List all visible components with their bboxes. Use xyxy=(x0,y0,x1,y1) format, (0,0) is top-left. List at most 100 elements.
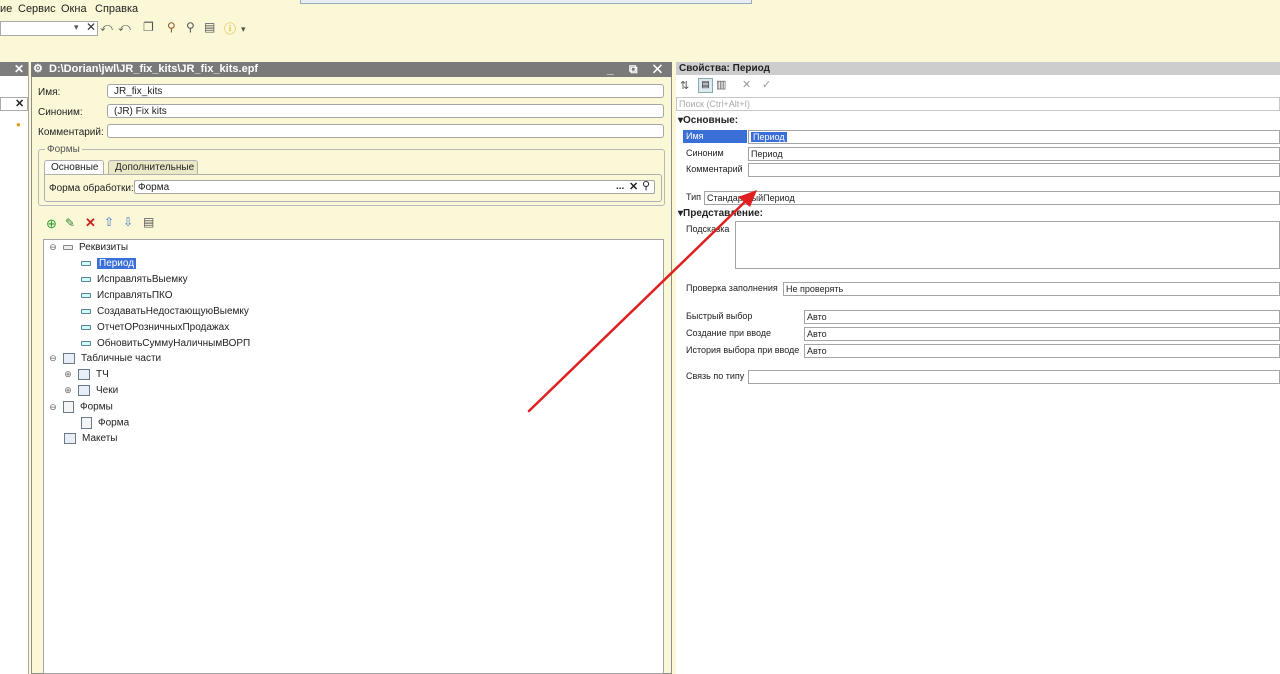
toolbar-combo[interactable] xyxy=(0,21,98,36)
section-main[interactable]: ▾Основные: xyxy=(678,115,738,126)
tree-node-requisite[interactable]: ИсправлятьПКО xyxy=(81,290,173,301)
prop-create-on-input-field[interactable]: Авто xyxy=(804,327,1280,341)
prop-fill-check-label: Проверка заполнения xyxy=(686,283,778,293)
prop-quick-choice-field[interactable]: Авто xyxy=(804,310,1280,324)
tree-node-requisite[interactable]: ОбновитьСуммуНаличнымВОРП xyxy=(81,338,250,349)
windows-icon[interactable]: ❐ xyxy=(143,20,154,34)
prop-choice-history-label: История выбора при вводе xyxy=(686,345,800,355)
tree-node-requisite[interactable]: ОтчетОРозничныхПродажах xyxy=(81,322,229,333)
tree-label: Форма xyxy=(98,417,130,429)
prop-create-on-input-label: Создание при вводе xyxy=(686,328,772,338)
menu-item-windows[interactable]: Окна xyxy=(61,3,87,15)
menu-bar: ие Сервис Окна Справка xyxy=(0,0,1280,18)
prop-link-by-type-label: Связь по типу xyxy=(686,371,745,381)
synonym-label: Синоним: xyxy=(38,107,83,118)
tree-label: Табличные части xyxy=(81,353,162,365)
dropdown-arrow-icon[interactable]: ▾ xyxy=(74,22,79,33)
window-controls[interactable]: _ ⧉ ✕ xyxy=(607,62,668,77)
add-icon[interactable]: ⊕ xyxy=(46,216,57,232)
requisite-icon xyxy=(81,340,91,346)
prop-hint-field[interactable] xyxy=(735,221,1280,269)
bullet-icon: ● xyxy=(16,120,21,129)
expand-icon[interactable]: ⊕ xyxy=(64,385,72,396)
comment-field[interactable] xyxy=(107,124,664,138)
prop-quick-choice-label: Быстрый выбор xyxy=(686,311,753,321)
tree-node-requisites[interactable]: ⊖ Реквизиты xyxy=(49,242,128,253)
requisite-icon xyxy=(81,260,91,266)
select-button[interactable]: ... xyxy=(616,181,624,192)
requisite-icon xyxy=(81,324,91,330)
prop-name-field[interactable]: Период xyxy=(748,130,1280,144)
collapse-icon[interactable]: ⊖ xyxy=(49,402,57,413)
menu-item-partial[interactable]: ие xyxy=(0,3,12,15)
back-icon[interactable]: ⤺ xyxy=(100,20,113,35)
clear-icon[interactable]: ✕ xyxy=(629,180,638,193)
apply-icon[interactable]: ✓ xyxy=(762,78,771,91)
filter-icon[interactable]: ▥ xyxy=(716,78,726,91)
move-up-icon[interactable]: ⇧ xyxy=(104,215,114,229)
left-panel xyxy=(0,62,29,674)
document-icon[interactable]: ▤ xyxy=(204,20,215,34)
move-down-icon[interactable]: ⇩ xyxy=(123,215,133,229)
name-label: Имя: xyxy=(38,87,61,98)
cancel-icon[interactable]: ✕ xyxy=(742,78,751,91)
collapse-icon[interactable]: ⊖ xyxy=(49,242,57,253)
forward-icon[interactable]: ⤺ xyxy=(118,20,131,35)
tree-node-layouts[interactable]: Макеты xyxy=(64,433,118,444)
collapse-icon[interactable]: ⊖ xyxy=(49,353,57,364)
tree-node-requisite[interactable]: ИсправлятьВыемку xyxy=(81,274,188,285)
delete-icon[interactable]: ✕ xyxy=(85,215,96,231)
tree-node-requisite[interactable]: СоздаватьНедостающуюВыемку xyxy=(81,306,249,317)
prop-synonym-field[interactable]: Период xyxy=(748,147,1280,161)
tree-node-tabular[interactable]: ⊕ ТЧ xyxy=(64,369,109,380)
tree-label: СоздаватьНедостающуюВыемку xyxy=(97,306,249,317)
window-title: D:\Dorian\jwl\JR_fix_kits\JR_fix_kits.ep… xyxy=(49,63,259,75)
info-icon[interactable]: ⓘ xyxy=(224,20,236,37)
properties-search-input[interactable]: Поиск (Ctrl+Alt+I) xyxy=(676,97,1280,111)
metadata-tree xyxy=(43,239,664,674)
tree-node-forms[interactable]: ⊖ Формы xyxy=(49,401,113,413)
menu-item-help[interactable]: Справка xyxy=(95,3,138,15)
name-field[interactable]: JR_fix_kits xyxy=(107,84,664,98)
more-icon[interactable]: ▾ xyxy=(241,24,246,35)
requisite-icon xyxy=(81,308,91,314)
tree-node-tabular[interactable]: ⊕ Чеки xyxy=(64,385,118,396)
categories-icon[interactable]: ▤ xyxy=(698,78,713,93)
tree-node-requisite[interactable]: Период xyxy=(81,258,137,269)
processing-window-titlebar: ⚙ D:\Dorian\jwl\JR_fix_kits\JR_fix_kits.… xyxy=(31,62,672,77)
sort-alpha-icon[interactable]: ⇅ xyxy=(680,79,689,92)
properties-title: Свойства: Период xyxy=(679,63,770,74)
open-icon[interactable]: ⚲ xyxy=(642,179,650,192)
left-panel-field-close-icon[interactable]: ✕ xyxy=(15,97,24,110)
tree-node-form[interactable]: Форма xyxy=(81,417,129,429)
prop-comment-field[interactable] xyxy=(748,163,1280,177)
requisite-icon xyxy=(81,292,91,298)
processing-form-field[interactable]: Форма xyxy=(134,180,655,194)
section-view[interactable]: ▾Представление: xyxy=(678,208,763,219)
properties-titlebar: Свойства: Период xyxy=(676,62,1280,75)
prop-fill-check-field[interactable]: Не проверять xyxy=(783,282,1280,296)
section-main-label: Основные: xyxy=(683,115,739,126)
form-icon xyxy=(81,417,92,429)
run-icon[interactable]: ⚲ xyxy=(167,20,176,34)
menu-item-service[interactable]: Сервис xyxy=(18,3,56,15)
expand-icon[interactable]: ⊕ xyxy=(64,369,72,380)
tree-label: ТЧ xyxy=(96,369,109,381)
synonym-field[interactable]: (JR) Fix kits xyxy=(107,104,664,118)
edit-icon[interactable]: ✎ xyxy=(65,216,75,230)
requisite-icon xyxy=(81,276,91,282)
prop-choice-history-field[interactable]: Авто xyxy=(804,344,1280,358)
tab-additional[interactable]: Дополнительные xyxy=(108,160,198,175)
left-panel-close-icon[interactable]: ✕ xyxy=(14,62,24,76)
prop-synonym-label: Синоним xyxy=(686,148,724,158)
prop-name-label: Имя xyxy=(686,131,704,141)
find-icon[interactable]: ⚲ xyxy=(186,20,195,34)
clear-icon[interactable]: ✕ xyxy=(86,20,96,34)
tab-main[interactable]: Основные xyxy=(44,160,104,175)
prop-type-field[interactable]: СтандартныйПериод xyxy=(704,191,1280,205)
tree-node-tabular-parts[interactable]: ⊖ Табличные части xyxy=(49,353,161,364)
form-icon xyxy=(63,401,74,413)
tree-label: ИсправлятьВыемку xyxy=(97,274,188,285)
sort-icon[interactable]: ▤ xyxy=(143,215,154,229)
prop-link-by-type-field[interactable] xyxy=(748,370,1280,384)
